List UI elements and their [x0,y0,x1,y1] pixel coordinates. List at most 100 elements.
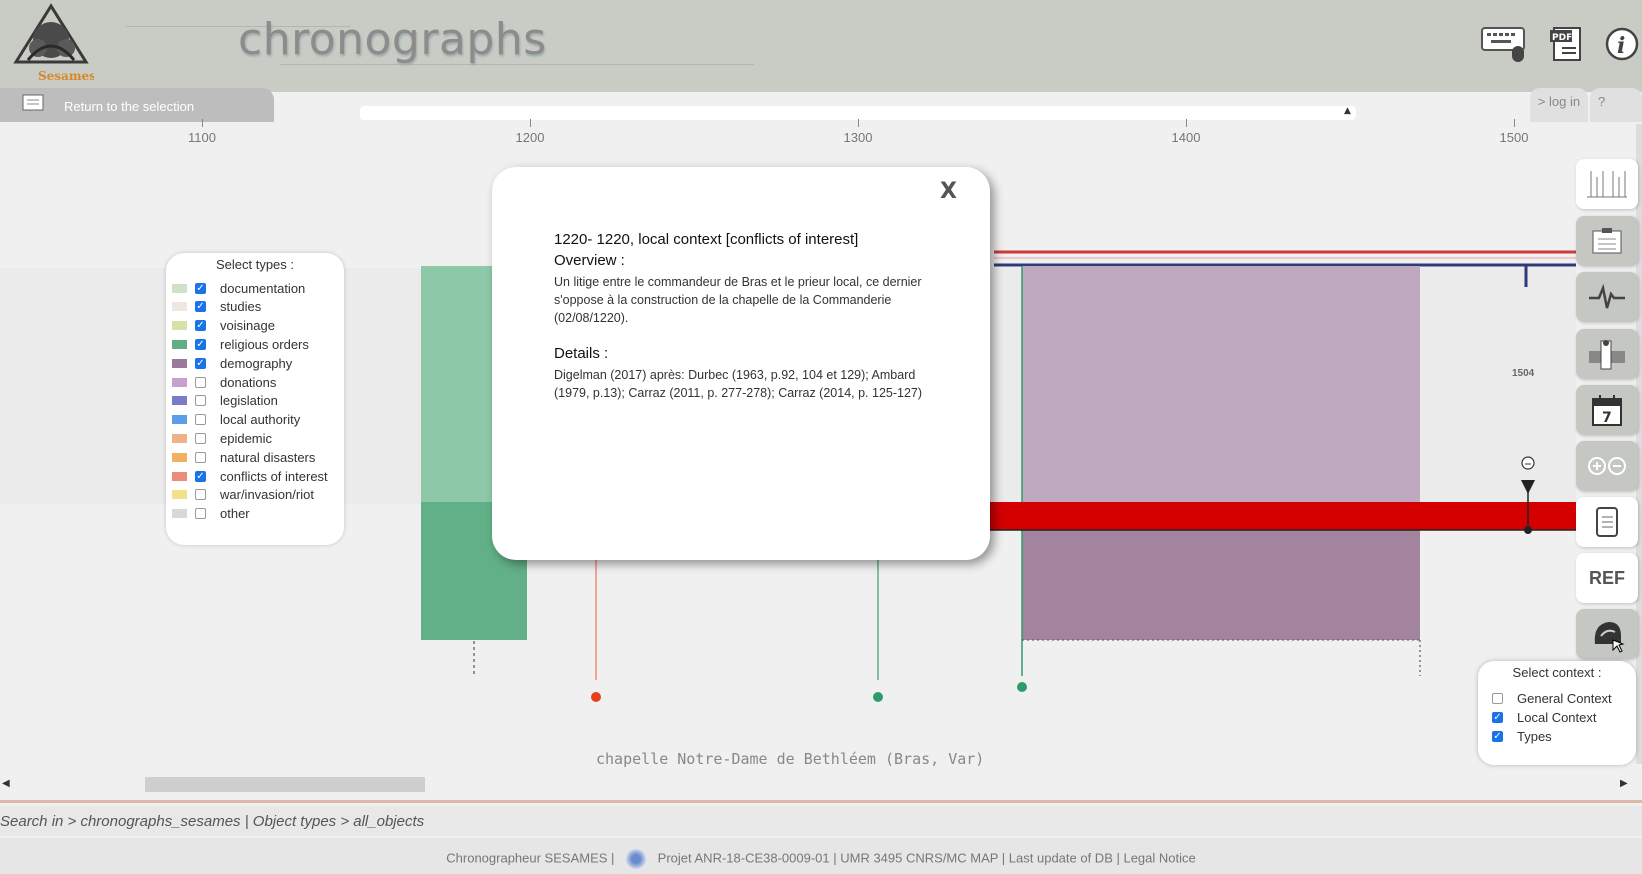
context-row[interactable]: ✓ Local Context [1492,710,1597,725]
type-checkbox[interactable]: ✓ [195,357,206,369]
type-checkbox[interactable] [195,508,206,520]
type-color-swatch [172,490,187,500]
type-row[interactable]: donations [172,373,276,391]
type-row[interactable]: ✓ documentation [172,279,305,297]
type-label: voisinage [220,318,275,334]
type-checkbox[interactable]: ✓ [195,320,206,332]
type-label: conflicts of interest [220,468,328,484]
type-row[interactable]: other [172,505,250,523]
pulse-tool-button[interactable] [1576,272,1638,322]
type-checkbox[interactable] [195,489,206,501]
type-color-swatch [172,509,187,519]
type-checkbox[interactable]: ✓ [195,338,206,350]
type-checkbox[interactable]: ✓ [195,282,206,294]
scroll-right-icon[interactable]: ▶ [1620,778,1628,789]
overview-heading: Overview : [554,252,625,269]
cursor-dot [1524,526,1532,534]
type-row[interactable]: ✓ voisinage [172,317,275,335]
type-color-swatch [172,283,187,293]
type-color-swatch [172,471,187,481]
divider [0,800,1642,803]
type-label: studies [220,299,262,315]
scroll-left-icon[interactable]: ◀ [2,778,10,789]
zoom-tool-button[interactable] [1576,441,1638,491]
context-label: Local Context [1517,710,1597,725]
type-label: epidemic [220,430,273,446]
type-row[interactable]: war/invasion/riot [172,486,314,504]
type-color-swatch [172,302,187,312]
details-heading: Details : [554,345,609,362]
demography-event-dot[interactable] [1017,682,1027,692]
cnrs-logo-icon [626,849,647,869]
timeline-caption: chapelle Notre-Dame de Bethléem (Bras, V… [596,750,985,768]
context-checkbox[interactable]: ✓ [1492,731,1503,742]
type-row[interactable]: ✓ religious orders [172,335,309,353]
cursor-year-label: 1504 [1512,368,1535,379]
scale-icon [1587,171,1627,198]
footer-left-text: Chronographeur SESAMES | [446,850,615,866]
horizontal-scroll-thumb[interactable] [145,777,425,792]
event-detail-modal: X 1220- 1220, local context [conflicts o… [492,167,990,560]
context-panel-title: Select context : [1512,665,1602,680]
modal-close-button[interactable]: X [940,179,957,204]
conflict-event-dot[interactable] [591,692,601,702]
breadcrumb[interactable]: Search in > chronographs_sesames | Objec… [0,813,424,830]
type-checkbox[interactable] [195,414,206,426]
context-panel: Select context : General Context ✓ Local C… [1478,661,1636,765]
type-label: war/invasion/riot [220,487,314,503]
type-label: other [220,506,250,522]
context-tool-button[interactable] [1576,609,1638,659]
type-label: religious orders [220,336,309,352]
zoom-in-out-icon [1588,457,1626,475]
type-color-swatch [172,452,187,462]
modal-heading: 1220- 1220, local context [conflicts of … [554,231,859,248]
type-row[interactable]: local authority [172,411,300,429]
type-row[interactable]: ✓ demography [172,354,292,372]
pulse-icon [1589,283,1625,309]
type-row[interactable]: epidemic [172,429,272,447]
footer-right-text[interactable]: Projet ANR-18-CE38-0009-01 | UMR 3495 CN… [658,850,1196,865]
type-checkbox[interactable] [195,432,206,444]
context-checkbox[interactable]: ✓ [1492,712,1503,723]
type-color-swatch [172,377,187,387]
context-label: General Context [1517,691,1612,706]
context-row[interactable]: ✓ Types [1492,729,1552,744]
types-panel-title: Select types : [215,257,295,272]
calendar-tool-button[interactable]: 7 [1576,385,1638,435]
details-text: Digelman (2017) après: Durbec (1963, p.9… [554,368,923,400]
cursor-clock-icon[interactable] [1521,456,1535,470]
type-label: donations [220,374,277,390]
type-row[interactable]: natural disasters [172,448,315,466]
type-checkbox[interactable]: ✓ [195,301,206,313]
type-checkbox[interactable] [195,395,206,407]
conflicts-bar[interactable] [990,502,1576,530]
religious-event-dot[interactable] [873,692,883,702]
type-color-swatch [172,433,187,443]
scale-tool-button[interactable] [1576,159,1638,209]
type-row[interactable]: legislation [172,392,278,410]
context-row[interactable]: General Context [1492,691,1612,706]
demography-block-upper[interactable] [1022,266,1420,502]
type-label: documentation [220,280,306,296]
document-icon [1596,507,1618,537]
type-label: demography [220,355,293,371]
marker-icon [1589,340,1625,370]
type-checkbox[interactable] [195,451,206,463]
overview-text: Un litige entre le commandeur de Bras et… [554,275,922,325]
marker-tool-button[interactable] [1576,329,1638,379]
context-checkbox[interactable] [1492,693,1503,704]
type-checkbox[interactable] [195,376,206,388]
type-row[interactable]: ✓ conflicts of interest [172,467,328,485]
helmet-icon [1594,622,1625,653]
references-tool-button[interactable]: REF [1576,553,1638,603]
type-row[interactable]: ✓ studies [172,298,261,316]
footer: Chronographeur SESAMES | Projet ANR-18-C… [0,849,1642,869]
selection-tool-button[interactable] [1576,216,1638,266]
type-color-swatch [172,415,187,425]
context-label: Types [1517,729,1552,744]
type-label: local authority [220,412,301,428]
type-checkbox[interactable]: ✓ [195,470,206,482]
type-label: legislation [220,393,278,409]
calendar-icon: 7 [1592,395,1622,426]
document-tool-button[interactable] [1576,497,1638,547]
